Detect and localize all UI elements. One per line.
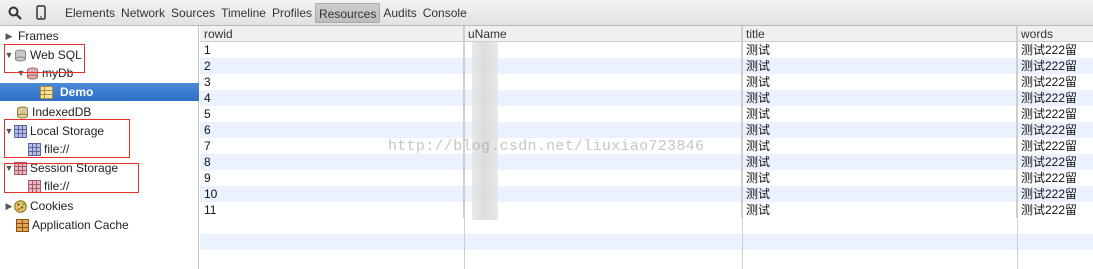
cell-title: 测试 <box>742 74 1017 90</box>
tab-sources[interactable]: Sources <box>168 3 218 23</box>
search-icon[interactable] <box>2 0 28 26</box>
cell-title: 测试 <box>742 154 1017 170</box>
cell-rowid: 6 <box>200 122 464 138</box>
watermark: http://blog.csdn.net/liuxiao723846 <box>388 138 705 155</box>
cell-words: 测试222留 <box>1021 203 1078 217</box>
table-row[interactable]: 6 测试 测试222留 <box>200 122 1093 138</box>
table-row[interactable]: 10 测试 测试222留 <box>200 186 1093 202</box>
table-row[interactable]: 2 测试 测试222留 <box>200 58 1093 74</box>
tab-profiles[interactable]: Profiles <box>269 3 315 23</box>
cell-uname <box>464 202 742 218</box>
cell-words: 测试222留 <box>1021 43 1078 57</box>
cell-uname <box>464 58 742 74</box>
cell-uname <box>464 186 742 202</box>
cell-rowid: 4 <box>200 90 464 106</box>
cell-rowid: 2 <box>200 58 464 74</box>
sidebar-item-demo[interactable]: Demo <box>0 83 199 101</box>
grid-header: rowid uName title words <box>200 26 1093 42</box>
sidebar-item-label: Frames <box>18 29 59 43</box>
cell-title: 测试 <box>742 202 1017 218</box>
sidebar-item-label: Application Cache <box>32 218 129 232</box>
sidebar-item-frames[interactable]: ▶ Frames <box>0 27 199 45</box>
table-row[interactable]: 9 测试 测试222留 <box>200 170 1093 186</box>
cell-title: 测试 <box>742 106 1017 122</box>
highlight-box <box>4 163 139 193</box>
sidebar-item-label: Demo <box>60 85 94 99</box>
cell-words: 测试222留 <box>1021 59 1078 73</box>
cell-words: 测试222留 <box>1021 107 1078 121</box>
tab-timeline[interactable]: Timeline <box>218 3 269 23</box>
tab-resources[interactable]: Resources <box>315 2 381 23</box>
cell-rowid: 5 <box>200 106 464 122</box>
cookie-icon <box>14 199 27 213</box>
empty-row <box>200 234 1093 250</box>
cell-uname <box>464 74 742 90</box>
expand-arrow-icon[interactable]: ▶ <box>4 201 14 211</box>
cell-uname <box>464 90 742 106</box>
tab-console[interactable]: Console <box>420 3 470 23</box>
cell-rowid: 1 <box>200 42 464 58</box>
cell-uname <box>464 170 742 186</box>
column-header-rowid[interactable]: rowid <box>200 26 464 42</box>
resources-sidebar: ▶ Frames ▼ Web SQL ▼ myDb Demo IndexedDB… <box>0 26 199 269</box>
cell-words: 测试222留 <box>1021 91 1078 105</box>
cell-title: 测试 <box>742 170 1017 186</box>
cell-title: 测试 <box>742 138 1017 154</box>
cell-rowid: 8 <box>200 154 464 170</box>
sidebar-item-cookies[interactable]: ▶ Cookies <box>0 197 199 215</box>
column-header-uname[interactable]: uName <box>464 26 742 42</box>
cell-rowid: 10 <box>200 186 464 202</box>
expand-arrow-icon[interactable]: ▶ <box>4 31 14 41</box>
column-divider <box>742 26 743 269</box>
column-header-words[interactable]: words <box>1017 26 1093 42</box>
table-icon <box>40 85 53 99</box>
cell-uname <box>464 122 742 138</box>
tab-network[interactable]: Network <box>118 3 168 23</box>
cell-uname <box>464 106 742 122</box>
table-row[interactable]: 1 测试 测试222留 <box>200 42 1093 58</box>
column-divider <box>1017 26 1018 269</box>
highlight-box <box>4 119 130 158</box>
cell-rowid: 3 <box>200 74 464 90</box>
cell-words: 测试222留 <box>1021 171 1078 185</box>
device-mode-icon[interactable] <box>28 0 54 26</box>
cell-title: 测试 <box>742 42 1017 58</box>
table-row[interactable]: 4 测试 测试222留 <box>200 90 1093 106</box>
cell-words: 测试222留 <box>1021 155 1078 169</box>
application-cache-icon <box>16 218 29 232</box>
cell-title: 测试 <box>742 186 1017 202</box>
cell-words: 测试222留 <box>1021 139 1078 153</box>
table-row[interactable]: 3 测试 测试222留 <box>200 74 1093 90</box>
cell-title: 测试 <box>742 122 1017 138</box>
cell-words: 测试222留 <box>1021 187 1078 201</box>
table-row[interactable]: 11 测试 测试222留 <box>200 202 1093 218</box>
cell-rowid: 9 <box>200 170 464 186</box>
column-header-title[interactable]: title <box>742 26 1017 42</box>
database-icon <box>16 106 29 119</box>
tab-elements[interactable]: Elements <box>62 3 118 23</box>
empty-row <box>200 250 1093 266</box>
cell-title: 测试 <box>742 58 1017 74</box>
sidebar-item-label: Cookies <box>30 199 74 213</box>
table-row[interactable]: 5 测试 测试222留 <box>200 106 1093 122</box>
table-row[interactable]: 8 测试 测试222留 <box>200 154 1093 170</box>
cell-uname <box>464 154 742 170</box>
cell-title: 测试 <box>742 90 1017 106</box>
cell-rowid: 11 <box>200 202 464 218</box>
cell-uname <box>464 42 742 58</box>
highlight-box <box>4 44 85 73</box>
tab-audits[interactable]: Audits <box>380 3 419 23</box>
empty-row <box>200 218 1093 234</box>
cell-words: 测试222留 <box>1021 123 1078 137</box>
sidebar-item-application-cache[interactable]: Application Cache <box>0 216 199 234</box>
devtools-toolbar: Elements Network Sources Timeline Profil… <box>0 0 1093 26</box>
cell-words: 测试222留 <box>1021 75 1078 89</box>
redacted-region <box>472 42 498 220</box>
